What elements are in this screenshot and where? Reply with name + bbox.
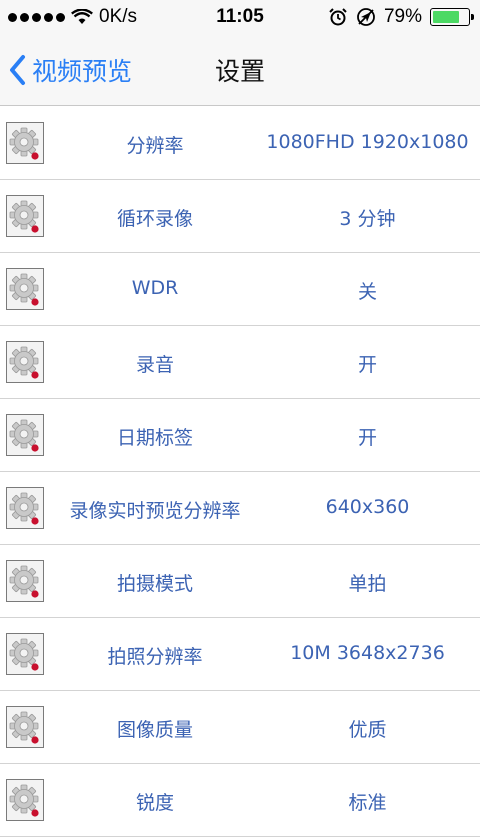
setting-label: WDR (131, 277, 179, 299)
setting-label: 日期标签 (116, 427, 193, 449)
settings-gear-icon (6, 122, 44, 164)
settings-gear-icon (6, 633, 44, 675)
setting-label: 图像质量 (116, 719, 193, 741)
setting-label: 拍照分辨率 (107, 646, 203, 668)
settings-gear-icon (6, 268, 44, 310)
setting-label: 分辨率 (126, 135, 184, 157)
setting-label: 循环录像 (116, 208, 193, 230)
settings-row[interactable]: 录音 开 (0, 326, 480, 399)
location-icon (357, 8, 375, 26)
setting-value: 优质 (348, 719, 387, 741)
settings-row[interactable]: 图像质量 优质 (0, 691, 480, 764)
setting-value: 关 (357, 281, 377, 303)
setting-value: 开 (357, 354, 377, 376)
settings-row[interactable]: 分辨率 1080FHD 1920x1080 (0, 107, 480, 180)
setting-value: 开 (357, 427, 377, 449)
battery-level-fill (433, 11, 459, 23)
setting-value: 10M 3648x2736 (290, 642, 445, 664)
battery-percent: 79% (383, 6, 422, 27)
navigation-bar: 视频预览 设置 (0, 34, 480, 106)
setting-value: 3 分钟 (339, 208, 396, 230)
alarm-icon (329, 8, 347, 26)
back-button-label: 视频预览 (32, 57, 133, 86)
page-title: 设置 (214, 57, 265, 86)
setting-value: 1080FHD 1920x1080 (266, 131, 469, 153)
settings-gear-icon (6, 560, 44, 602)
setting-label: 录像实时预览分辨率 (69, 500, 241, 522)
status-right: 79% (328, 6, 474, 28)
settings-gear-icon (6, 414, 44, 456)
setting-value: 单拍 (348, 573, 387, 595)
settings-row[interactable]: WDR 关 (0, 253, 480, 326)
settings-row[interactable]: 循环录像 3 分钟 (0, 180, 480, 253)
chevron-left-icon (10, 55, 25, 85)
settings-gear-icon (6, 195, 44, 237)
settings-row[interactable]: 日期标签 开 (0, 399, 480, 472)
status-bar: 0K/s 11:05 79% (0, 0, 480, 34)
settings-gear-icon (6, 706, 44, 748)
battery-icon (430, 8, 474, 26)
settings-row[interactable]: 录像实时预览分辨率 640x360 (0, 472, 480, 545)
settings-gear-icon (6, 341, 44, 383)
setting-label: 锐度 (135, 792, 174, 814)
settings-gear-icon (6, 487, 44, 529)
settings-gear-icon (6, 779, 44, 821)
setting-label: 录音 (135, 354, 174, 376)
setting-value: 640x360 (325, 496, 410, 518)
settings-row[interactable]: 拍摄模式 单拍 (0, 545, 480, 618)
setting-label: 拍摄模式 (116, 573, 193, 595)
setting-value: 标准 (348, 792, 387, 814)
settings-row[interactable]: 锐度 标准 (0, 764, 480, 837)
back-button[interactable]: 视频预览 (8, 50, 132, 90)
settings-row[interactable]: 拍照分辨率 10M 3648x2736 (0, 618, 480, 691)
settings-list: 分辨率 1080FHD 1920x1080 循环录像 3 分钟 WDR 关 录音… (0, 107, 480, 837)
